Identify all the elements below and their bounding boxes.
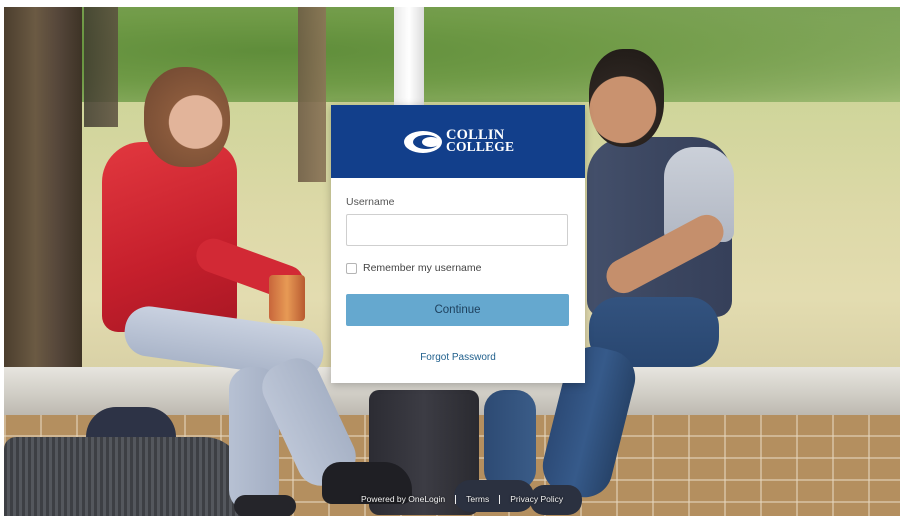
remember-username-checkbox[interactable]: [346, 262, 357, 274]
footer-divider: [455, 494, 457, 504]
drink-cup: [269, 275, 305, 321]
student-girl-head: [144, 67, 230, 167]
student-girl-body: [102, 142, 237, 332]
background-trees: [4, 7, 900, 117]
footer-links: Powered by OneLogin Terms Privacy Policy: [361, 494, 563, 504]
footer-divider: [499, 494, 501, 504]
logo-line-2: COLLEGE: [446, 139, 515, 154]
username-label: Username: [346, 196, 395, 208]
login-card: COLLIN COLLEGE Username Remember my user…: [331, 105, 585, 383]
continue-button[interactable]: Continue: [346, 294, 569, 326]
tree-trunk: [4, 7, 82, 377]
remember-username-label[interactable]: Remember my username: [363, 262, 481, 274]
collin-college-logo: COLLIN COLLEGE: [401, 127, 521, 157]
collin-logo-icon: [404, 131, 442, 153]
metal-table: [4, 437, 244, 516]
username-input[interactable]: [346, 214, 568, 246]
remember-username-row[interactable]: Remember my username: [346, 262, 481, 274]
tree-trunk-distant: [84, 7, 118, 127]
login-card-header: COLLIN COLLEGE: [331, 105, 585, 178]
student-boy-leg: [484, 390, 536, 490]
student-boy-head: [589, 49, 664, 147]
sneaker: [234, 495, 296, 516]
privacy-policy-link[interactable]: Privacy Policy: [510, 494, 563, 504]
logo-wordmark: COLLIN COLLEGE: [446, 128, 515, 154]
terms-link[interactable]: Terms: [466, 494, 489, 504]
forgot-password-link[interactable]: Forgot Password: [331, 352, 585, 363]
powered-by-onelogin[interactable]: Powered by OneLogin: [361, 494, 445, 504]
tree-trunk-middle: [298, 7, 326, 182]
white-pole: [394, 7, 424, 107]
